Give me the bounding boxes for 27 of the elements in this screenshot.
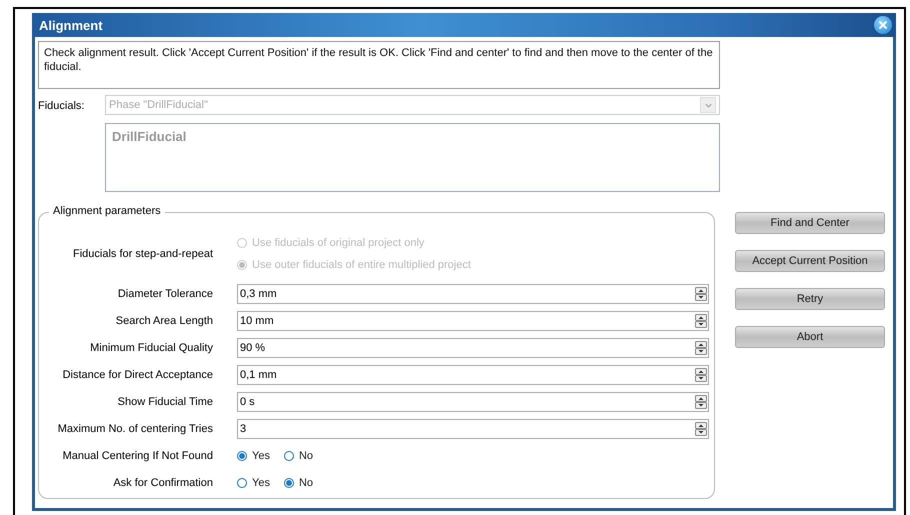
field-label: Minimum Fiducial Quality [89, 342, 214, 354]
field-label: Maximum No. of centering Tries [56, 422, 214, 434]
field-label: Diameter Tolerance [116, 288, 214, 300]
message-text: Check alignment result. Click 'Accept Current Position' if the result is OK. Click 'Find and center' to find and then move to the center of the fiducial. [44, 47, 713, 73]
field-label: Manual Centering If Not Found [62, 450, 214, 462]
input-field[interactable]: 3 [237, 418, 709, 438]
input-field[interactable]: 0 s [237, 392, 709, 412]
field-label: Show Fiducial Time [116, 396, 214, 408]
action-button[interactable]: Find and Center [735, 212, 885, 234]
input-field[interactable]: 0,3 mm [237, 284, 709, 304]
radio-option[interactable]: Yes [237, 450, 270, 462]
action-button[interactable]: Accept Current Position [735, 250, 885, 272]
field-label: Search Area Length [114, 314, 214, 326]
radio-option[interactable]: No [284, 476, 314, 488]
input-field[interactable]: 0,1 mm [237, 364, 709, 384]
fiducials-label: Fiducials: [38, 99, 86, 114]
field-label: Distance for Direct Acceptance [62, 368, 214, 380]
action-button[interactable]: Retry [735, 288, 885, 310]
action-button[interactable]: Abort [735, 326, 885, 348]
group-title: Alignment parameters [49, 205, 165, 217]
field-label: Fiducials for step-and-repeat [72, 248, 214, 260]
radio-option[interactable]: No [284, 450, 314, 462]
window-title: Alignment [39, 18, 103, 32]
input-field[interactable]: 10 mm [237, 310, 709, 330]
input-field[interactable]: 90 % [237, 338, 709, 358]
radio-option[interactable]: Yes [237, 476, 270, 488]
field-label: Ask for Confirmation [112, 476, 214, 488]
